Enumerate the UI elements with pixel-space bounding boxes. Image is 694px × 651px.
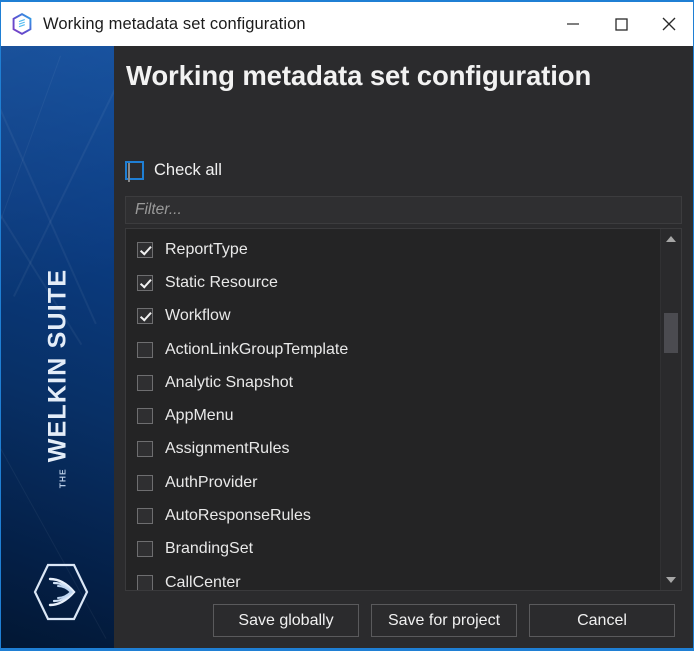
list-item-label: AssignmentRules xyxy=(165,440,290,458)
list-item-checkbox[interactable] xyxy=(137,374,153,391)
window-controls xyxy=(549,2,693,46)
list-item[interactable]: AssignmentRules xyxy=(126,433,660,466)
list-item-checkbox[interactable] xyxy=(137,241,153,258)
brand-prefix: THE xyxy=(57,468,68,489)
list-item[interactable]: CallCenter xyxy=(126,566,660,590)
sidebar-streak xyxy=(1,55,62,226)
save-globally-button[interactable]: Save globally xyxy=(213,604,359,637)
list-item[interactable]: ReportType xyxy=(126,233,660,266)
minimize-button[interactable] xyxy=(549,2,597,46)
scrollbar-thumb[interactable] xyxy=(664,313,678,353)
scroll-up-button[interactable] xyxy=(661,230,681,248)
save-for-project-button[interactable]: Save for project xyxy=(371,604,517,637)
main-panel: Working metadata set configuration Check… xyxy=(114,46,693,648)
list-item-checkbox[interactable] xyxy=(137,341,153,358)
list-item-label: ActionLinkGroupTemplate xyxy=(165,340,349,358)
list-item-label: AutoResponseRules xyxy=(165,507,311,525)
list-item[interactable]: ActionLinkGroupTemplate xyxy=(126,333,660,366)
close-button[interactable] xyxy=(645,2,693,46)
welkin-hexagon-logo xyxy=(33,563,88,621)
list-item-checkbox[interactable] xyxy=(137,541,153,558)
list-item[interactable]: AppMenu xyxy=(126,399,660,432)
metadata-list-items: ReportType Static Resource Workflow ActionL… xyxy=(126,229,660,590)
list-item-checkbox[interactable] xyxy=(137,574,153,590)
close-icon xyxy=(662,17,676,31)
branding-sidebar: THE WELKIN SUITE xyxy=(1,46,114,648)
title-bar: Working metadata set configuration xyxy=(1,2,693,46)
check-all-checkbox-box xyxy=(128,163,130,182)
scroll-up-icon xyxy=(666,236,676,242)
check-all-row[interactable]: Check all xyxy=(125,161,222,182)
maximize-button[interactable] xyxy=(597,2,645,46)
list-item[interactable]: Static Resource xyxy=(126,266,660,299)
brand-name: WELKIN SUITE xyxy=(43,268,72,463)
list-item-checkbox[interactable] xyxy=(137,408,153,425)
list-item-label: AuthProvider xyxy=(165,473,258,491)
window-title: Working metadata set configuration xyxy=(43,14,306,33)
list-scrollbar[interactable] xyxy=(660,229,681,590)
dialog-window: Working metadata set configuration THE W… xyxy=(0,0,694,651)
cancel-button[interactable]: Cancel xyxy=(529,604,675,637)
list-item-label: ReportType xyxy=(165,240,248,258)
list-item[interactable]: AutoResponseRules xyxy=(126,499,660,532)
filter-input[interactable]: Filter... xyxy=(125,196,682,224)
list-item[interactable]: Analytic Snapshot xyxy=(126,366,660,399)
check-all-label: Check all xyxy=(154,161,222,179)
list-item[interactable]: Workflow xyxy=(126,300,660,333)
list-item-label: AppMenu xyxy=(165,407,234,425)
sidebar-streak xyxy=(13,89,114,297)
filter-placeholder: Filter... xyxy=(135,201,182,218)
minimize-icon xyxy=(567,23,579,25)
list-item[interactable]: BrandingSet xyxy=(126,533,660,566)
brand-text-block: THE WELKIN SUITE xyxy=(1,269,114,489)
list-item-label: CallCenter xyxy=(165,573,241,590)
list-item-checkbox[interactable] xyxy=(137,441,153,458)
list-item-label: Analytic Snapshot xyxy=(165,373,294,391)
dialog-buttons: Save globally Save for project Cancel xyxy=(125,604,693,637)
maximize-icon xyxy=(615,18,628,31)
check-all-checkbox[interactable] xyxy=(125,161,144,182)
list-item-label: Workflow xyxy=(165,307,231,325)
page-title: Working metadata set configuration xyxy=(126,60,592,91)
list-item-label: BrandingSet xyxy=(165,540,254,558)
list-item-checkbox[interactable] xyxy=(137,508,153,525)
list-item-checkbox[interactable] xyxy=(137,474,153,491)
list-item-checkbox[interactable] xyxy=(137,274,153,291)
scroll-down-icon xyxy=(666,577,676,583)
welkin-hexagon-icon xyxy=(12,13,32,35)
scroll-down-button[interactable] xyxy=(661,571,681,589)
metadata-list: ReportType Static Resource Workflow ActionL… xyxy=(125,228,682,591)
list-item-label: Static Resource xyxy=(165,273,278,291)
list-item-checkbox[interactable] xyxy=(137,308,153,325)
list-item[interactable]: AuthProvider xyxy=(126,466,660,499)
